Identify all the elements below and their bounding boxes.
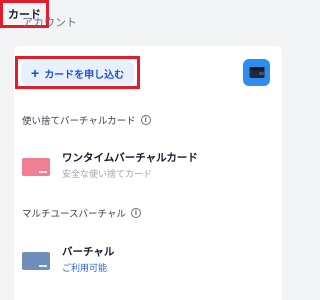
wallet-icon-glyph	[249, 67, 264, 78]
card-thumbnail-blue	[22, 252, 50, 270]
virtual-card-item[interactable]: バーチャル ご利用可能	[22, 244, 272, 278]
multi-section-title: マルチユースバーチャル i	[22, 206, 141, 220]
tab-account[interactable]: アカウント	[22, 14, 77, 30]
virtual-card-status: ご利用可能	[62, 264, 108, 274]
apply-card-button[interactable]: + カードを申し込む	[21, 61, 134, 85]
card-thumbnail-pink	[22, 158, 50, 176]
info-icon[interactable]: i	[130, 208, 141, 218]
disposable-section-title: 使い捨てバーチャルカード i	[22, 113, 151, 127]
wallet-icon[interactable]	[243, 59, 270, 86]
disposable-section-label: 使い捨てバーチャルカード	[22, 116, 136, 127]
tab-bar: アカウント カード	[0, 0, 289, 44]
plus-icon: +	[31, 65, 40, 81]
apply-card-label: カードを申し込む	[44, 69, 125, 81]
multi-section-label: マルチユースバーチャル	[22, 209, 126, 220]
info-icon[interactable]: i	[140, 115, 151, 125]
virtual-card-title: バーチャル	[62, 246, 115, 258]
onetime-card-item[interactable]: ワンタイムバーチャルカード 安全な使い捨てカード	[22, 150, 272, 184]
onetime-card-subtitle: 安全な使い捨てカード	[62, 170, 153, 180]
onetime-card-title: ワンタイムバーチャルカード	[62, 152, 198, 164]
